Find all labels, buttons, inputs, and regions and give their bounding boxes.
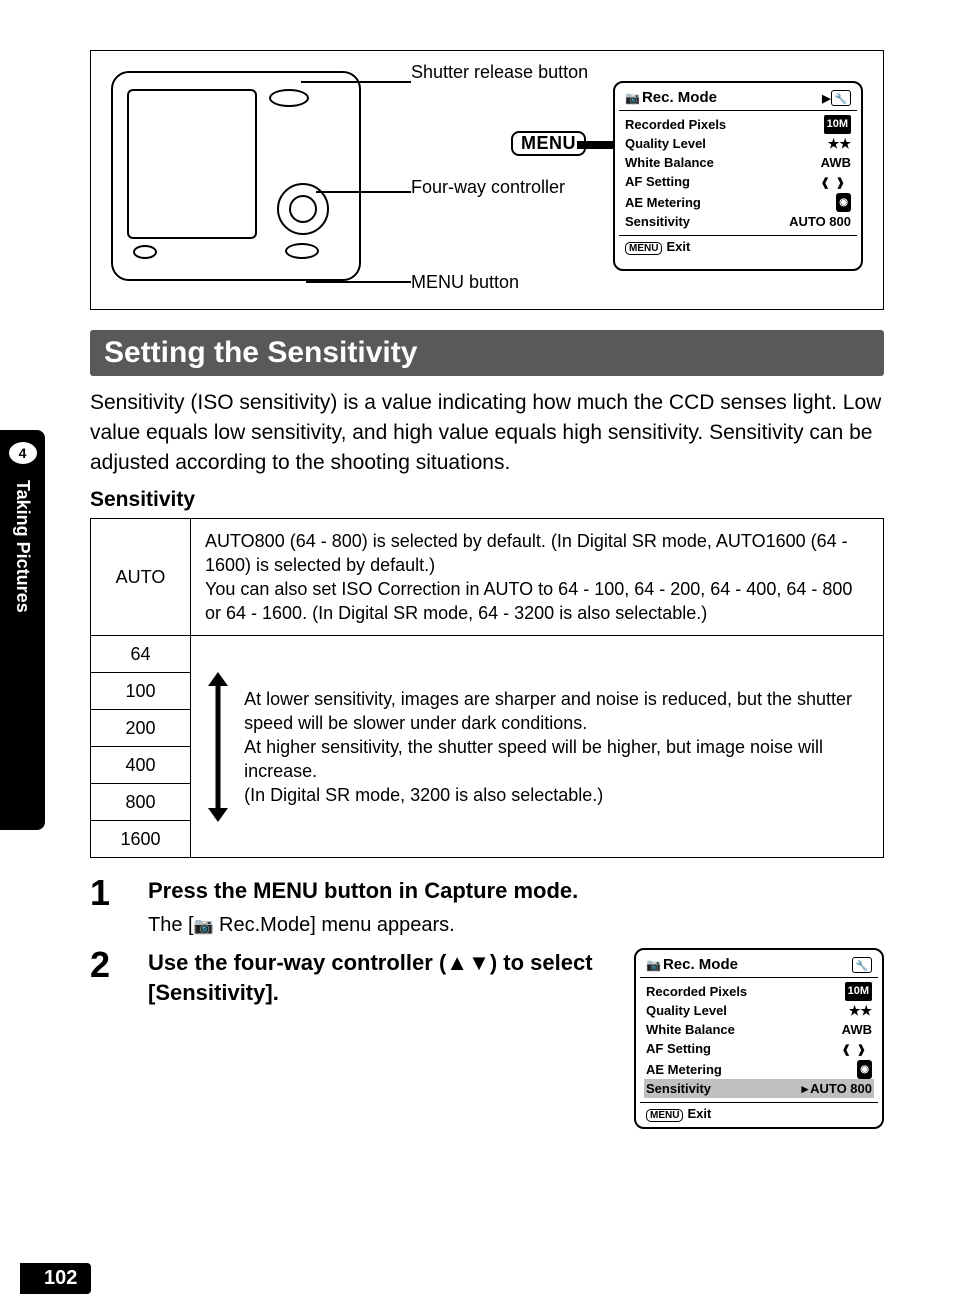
leader-line <box>301 81 411 83</box>
lcd-row-label: Sensitivity <box>625 212 690 231</box>
step-subtext: The [ Rec.Mode] menu appears. <box>148 910 884 942</box>
lcd-row-value: AWB <box>842 1020 872 1039</box>
step-title: Press the MENU button in Capture mode. <box>148 876 884 906</box>
lcd-footer-text: Exit <box>687 1106 711 1121</box>
lcd-row-value: 10M <box>824 115 851 134</box>
lcd-row-value: ★★ <box>828 134 851 153</box>
double-arrow-icon <box>211 672 224 822</box>
lcd-row-label: Recorded Pixels <box>646 982 747 1001</box>
callout-shutter: Shutter release button <box>411 61 588 83</box>
lcd-row-label: AE Metering <box>646 1060 722 1079</box>
table-cell-iso: 400 <box>91 747 191 784</box>
arrow-icon <box>577 141 617 149</box>
lcd-row-value: AUTO 800 <box>789 212 851 231</box>
lcd-row-value: ★★ <box>849 1001 872 1020</box>
camera-icon <box>625 89 642 106</box>
steps-list: 1 Press the MENU button in Capture mode.… <box>90 876 884 1129</box>
triangle-down-icon <box>468 950 490 975</box>
lcd-row-label: White Balance <box>625 153 714 172</box>
step-1: 1 Press the MENU button in Capture mode.… <box>90 876 884 942</box>
lcd-header: Rec. Mode <box>642 89 717 106</box>
table-cell-auto-label: AUTO <box>91 519 191 636</box>
lcd-row-value: 10M <box>845 982 872 1001</box>
step-2: 2 Use the four-way controller () to sele… <box>90 948 884 1129</box>
chapter-number-badge: 4 <box>9 442 37 464</box>
camera-icon <box>194 914 214 936</box>
callout-menu-button: MENU button <box>411 271 519 293</box>
camera-shutter <box>269 89 309 107</box>
lcd-footer-text: Exit <box>666 239 690 254</box>
table-cell-iso: 200 <box>91 710 191 747</box>
af-bracket-icon <box>821 172 851 193</box>
af-bracket-icon <box>842 1039 872 1060</box>
table-cell-iso: 1600 <box>91 821 191 858</box>
intro-paragraph: Sensitivity (ISO sensitivity) is a value… <box>90 388 884 478</box>
page-number: 102 <box>20 1263 91 1294</box>
camera-lcd <box>127 89 257 239</box>
table-cell-iso: 800 <box>91 784 191 821</box>
lcd-screenshot-bottom: Rec. Mode Recorded Pixels 10M Quality Lev… <box>634 948 884 1129</box>
sensitivity-table: AUTO AUTO800 (64 - 800) is selected by d… <box>90 518 884 858</box>
menu-key-icon: MENU <box>646 1109 683 1122</box>
wrench-icon <box>831 90 851 106</box>
lcd-row-value: AUTO 800 <box>802 1079 872 1098</box>
lcd-header: Rec. Mode <box>663 956 738 973</box>
lcd-row-label: White Balance <box>646 1020 735 1039</box>
ae-meter-icon <box>836 193 851 212</box>
camera-diagram: Shutter release button Four-way controll… <box>90 50 884 310</box>
lcd-row-label: Sensitivity <box>646 1079 711 1098</box>
lcd-row-label: Quality Level <box>646 1001 727 1020</box>
section-heading: Setting the Sensitivity <box>90 330 884 376</box>
table-cell-range-desc: At lower sensitivity, images are sharper… <box>191 636 884 858</box>
lcd-row-label: AF Setting <box>646 1039 711 1060</box>
menu-key-icon: MENU <box>625 242 662 255</box>
camera-small-button <box>133 245 157 259</box>
table-cell-iso: 64 <box>91 636 191 673</box>
chapter-title: Taking Pictures <box>0 480 45 820</box>
table-cell-auto-desc: AUTO800 (64 - 800) is selected by defaul… <box>191 519 884 636</box>
camera-icon <box>646 956 663 973</box>
menu-key-label: MENU <box>511 131 586 156</box>
lcd-row-label: AF Setting <box>625 172 690 193</box>
table-cell-iso: 100 <box>91 673 191 710</box>
lcd-row-label: Recorded Pixels <box>625 115 726 134</box>
callout-fourway: Four-way controller <box>411 176 565 198</box>
range-desc-text: At lower sensitivity, images are sharper… <box>244 687 869 807</box>
step-title: Use the four-way controller () to select… <box>148 948 614 1008</box>
lcd-row-value: AWB <box>821 153 851 172</box>
leader-line <box>316 191 411 193</box>
sub-heading: Sensitivity <box>90 488 884 512</box>
wrench-icon <box>852 957 872 973</box>
step-number: 2 <box>90 948 120 982</box>
lcd-screenshot-top: Rec. Mode ▶ Recorded Pixels10M Quality L… <box>613 81 863 271</box>
camera-outline <box>111 71 361 281</box>
camera-menu-button <box>285 243 319 259</box>
lcd-row-label: AE Metering <box>625 193 701 212</box>
step-number: 1 <box>90 876 120 910</box>
triangle-up-icon <box>446 950 468 975</box>
ae-meter-icon <box>857 1060 872 1079</box>
side-tab: 4 Taking Pictures <box>0 430 45 830</box>
leader-line <box>306 281 411 283</box>
lcd-row-label: Quality Level <box>625 134 706 153</box>
